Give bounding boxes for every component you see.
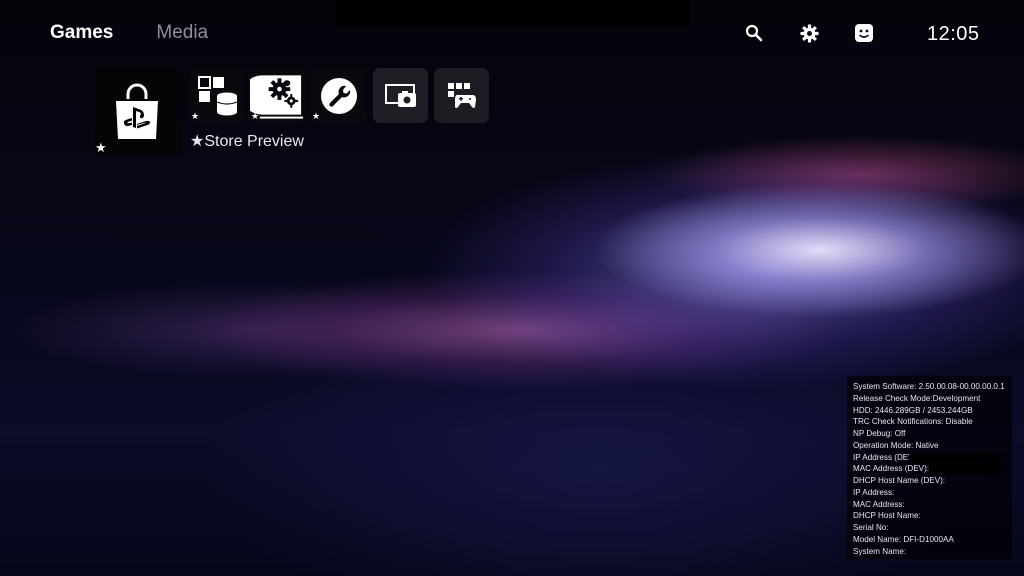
info-release-check-mode: Release Check Mode:Development (853, 393, 981, 403)
info-model-name: Model Name: DFI-D1000AA (853, 534, 954, 544)
info-system-name: System Name: (853, 546, 907, 556)
game-library-tile[interactable] (434, 68, 489, 123)
info-trc-check: TRC Check Notifications: Disable (853, 417, 973, 427)
playstation-store-tile[interactable]: ★ (93, 68, 181, 156)
settings-gears-tile[interactable]: ★ (250, 68, 305, 123)
screen-camera-icon (384, 83, 416, 107)
tab-games[interactable]: Games (50, 22, 113, 44)
info-operation-mode: Operation Mode: Native (853, 440, 939, 450)
home-screen: Games Media 12:05 ★ ★ ★ ★ ★Store Preview… (0, 0, 1024, 576)
star-marker: ★ (191, 111, 200, 121)
store-bag-icon (116, 83, 158, 139)
remote-play-tile[interactable] (373, 68, 428, 123)
main-nav: Games Media (50, 22, 208, 44)
store-preview-tile[interactable]: ★ (190, 68, 245, 123)
clock: 12:05 (927, 23, 980, 45)
debug-settings-tile[interactable]: ★ (311, 68, 366, 123)
star-marker: ★ (251, 111, 260, 121)
info-label: MAC Address (DEV): (853, 464, 930, 474)
info-hdd: HDD: 2446.289GB / 2453.244GB (853, 405, 973, 415)
gear-icon[interactable] (798, 22, 820, 44)
wrench-icon (320, 77, 357, 114)
system-info-panel: System Software: 2.50.00.08-00.00.00.0.1… (847, 376, 1012, 559)
top-bar-strip (335, 0, 690, 26)
info-dhcp-host-dev: DHCP Host Name (DEV): (853, 476, 946, 485)
info-serial-no: Serial No: (853, 523, 889, 532)
profile-face-icon[interactable] (853, 22, 875, 44)
info-dhcp-host: DHCP Host Name: (853, 511, 921, 521)
grid-controller-icon (447, 82, 476, 108)
info-ip-address-dev: IP Address (DEV): (853, 452, 1012, 464)
star-marker: ★ (312, 111, 321, 121)
redaction-bar (909, 452, 1001, 463)
focused-tile-label: ★Store Preview (190, 133, 304, 150)
info-system-software: System Software: 2.50.00.08-00.00.00.0.1 (853, 382, 1005, 391)
info-ip-address: IP Address: (853, 487, 895, 497)
info-mac-address-dev: MAC Address (DEV): (853, 463, 1012, 475)
tab-media[interactable]: Media (156, 22, 208, 44)
info-np-debug: NP Debug: Off (853, 429, 906, 438)
star-marker: ★ (95, 140, 107, 155)
info-mac-address: MAC Address: (853, 499, 905, 509)
blocks-database-icon (197, 75, 237, 115)
redaction-bar (929, 464, 1001, 475)
search-icon[interactable] (743, 22, 765, 44)
